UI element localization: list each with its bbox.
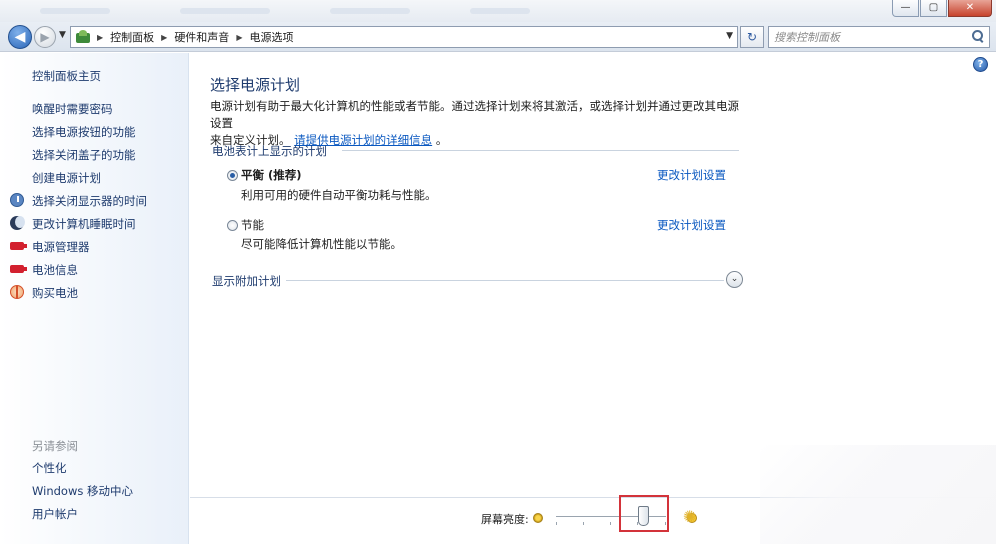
moon-icon — [10, 216, 25, 230]
sidebar-item-create-plan[interactable]: 创建电源计划 — [32, 170, 101, 186]
blurred-title-text — [470, 8, 530, 14]
search-box — [768, 26, 990, 48]
breadcrumb-power-options[interactable]: 电源选项 — [249, 29, 293, 45]
chevron-down-icon[interactable]: ⌄ — [726, 271, 743, 288]
refresh-button[interactable]: ↻ — [740, 26, 764, 48]
plan-power-saver-change-settings-link[interactable]: 更改计划设置 — [657, 217, 726, 233]
plan-power-saver-description: 尽可能降低计算机性能以节能。 — [241, 237, 402, 251]
slider-tick — [610, 522, 611, 525]
chevron-right-icon[interactable]: ▶ — [97, 33, 103, 42]
globe-icon — [10, 285, 24, 299]
plan-power-saver-radio[interactable] — [227, 220, 238, 231]
sidebar-item-battery-info[interactable]: 电池信息 — [32, 262, 78, 278]
sidebar: 控制面板主页 唤醒时需要密码 选择电源按钮的功能 选择关闭盖子的功能 创建电源计… — [0, 53, 189, 544]
maximize-button[interactable]: ▢ — [920, 0, 947, 17]
forward-button[interactable]: ▶ — [34, 26, 56, 48]
chevron-right-icon[interactable]: ▶ — [161, 33, 167, 42]
blurred-title-text — [180, 8, 270, 14]
section-divider — [342, 150, 739, 151]
breadcrumb-control-panel[interactable]: 控制面板 — [110, 29, 154, 45]
navigation-bar: ◀ ▶ ▼ ▶ 控制面板 ▶ 硬件和声音 ▶ 电源选项 ▼ ↻ — [0, 22, 996, 52]
sidebar-item-home[interactable]: 控制面板主页 — [32, 68, 101, 84]
sidebar-item-display-off[interactable]: 选择关闭显示器的时间 — [32, 193, 147, 209]
blurred-corner — [760, 445, 996, 544]
see-also-mobility-center[interactable]: Windows 移动中心 — [32, 483, 133, 499]
blurred-title-text — [330, 8, 410, 14]
page-title: 选择电源计划 — [210, 76, 301, 94]
chevron-right-icon[interactable]: ▶ — [236, 33, 242, 42]
breadcrumb-hardware-sound[interactable]: 硬件和声音 — [174, 29, 229, 45]
blurred-title-text — [40, 8, 110, 14]
see-also-personalization[interactable]: 个性化 — [32, 460, 67, 476]
description-suffix: 。 — [435, 133, 448, 147]
section-heading: 电池表计上显示的计划 — [212, 144, 327, 158]
dim-sun-icon — [533, 513, 543, 523]
minimize-button[interactable]: — — [892, 0, 919, 17]
battery-icon — [10, 242, 27, 250]
window-controls: — ▢ ✕ — [892, 0, 992, 17]
sidebar-item-wake-password[interactable]: 唤醒时需要密码 — [32, 101, 113, 117]
sidebar-item-power-manager[interactable]: 电源管理器 — [32, 239, 90, 255]
battery-icon — [10, 265, 27, 273]
page-description: 电源计划有助于最大化计算机的性能或者节能。通过选择计划来将其激活，或选择计划并通… — [210, 98, 750, 149]
search-icon[interactable] — [972, 30, 984, 42]
sidebar-item-sleep-time[interactable]: 更改计算机睡眠时间 — [32, 216, 136, 232]
show-additional-plans-label[interactable]: 显示附加计划 — [212, 273, 281, 289]
plan-balanced-description: 利用可用的硬件自动平衡功耗与性能。 — [241, 188, 437, 202]
control-panel-icon — [75, 29, 91, 45]
recent-pages-dropdown[interactable]: ▼ — [59, 30, 66, 40]
plan-balanced-name[interactable]: 平衡 (推荐) — [241, 167, 302, 183]
slider-highlight-box — [619, 495, 669, 532]
see-also-heading: 另请参阅 — [32, 439, 78, 453]
brightness-label: 屏幕亮度: — [481, 513, 529, 526]
description-line-1: 电源计划有助于最大化计算机的性能或者节能。通过选择计划来将其激活，或选择计划并通… — [210, 99, 739, 130]
plan-power-saver-name[interactable]: 节能 — [241, 217, 264, 233]
plan-balanced-change-settings-link[interactable]: 更改计划设置 — [657, 167, 726, 183]
plan-balanced-radio[interactable] — [227, 170, 238, 181]
close-button[interactable]: ✕ — [948, 0, 992, 17]
back-button[interactable]: ◀ — [8, 25, 32, 49]
sidebar-item-lid-close[interactable]: 选择关闭盖子的功能 — [32, 147, 136, 163]
slider-tick — [556, 522, 557, 525]
see-also-user-accounts[interactable]: 用户帐户 — [32, 506, 78, 522]
bright-sun-icon — [683, 507, 699, 526]
sidebar-item-power-button[interactable]: 选择电源按钮的功能 — [32, 124, 136, 140]
display-clock-icon — [10, 193, 24, 207]
slider-tick — [583, 522, 584, 525]
help-icon[interactable]: ? — [973, 57, 988, 72]
address-dropdown-button[interactable]: ▼ — [726, 31, 733, 41]
address-bar[interactable]: ▶ 控制面板 ▶ 硬件和声音 ▶ 电源选项 ▼ — [70, 26, 738, 48]
sidebar-item-buy-battery[interactable]: 购买电池 — [32, 285, 78, 301]
window-title-bar: — ▢ ✕ — [0, 0, 996, 22]
search-input[interactable] — [769, 27, 959, 47]
additional-plans-divider — [286, 280, 724, 281]
